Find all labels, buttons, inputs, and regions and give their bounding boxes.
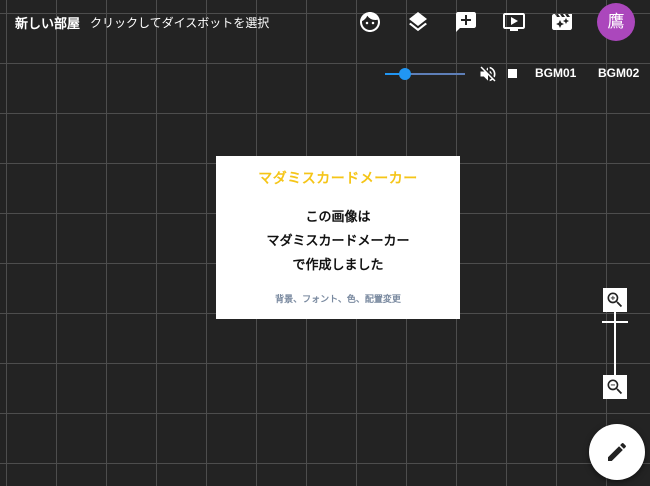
- card-body-line-2: マダミスカードメーカー: [266, 234, 410, 249]
- card-body-line-3: で作成しました: [292, 258, 384, 273]
- edit-fab-button[interactable]: [589, 424, 645, 480]
- card-footer: 背景、フォント、色、配置変更: [275, 295, 401, 305]
- screen-play-icon[interactable]: [502, 10, 526, 34]
- movie-edit-icon[interactable]: [550, 10, 574, 34]
- room-title[interactable]: 新しい部屋: [15, 13, 80, 32]
- top-bar: 新しい部屋 クリックしてダイスボットを選択 鷹: [0, 0, 650, 44]
- zoom-in-icon[interactable]: [603, 288, 627, 312]
- zoom-slider-thumb[interactable]: [602, 321, 628, 323]
- card-title: マダミスカードメーカー: [258, 171, 418, 187]
- bgm-button-2[interactable]: BGM02: [598, 66, 639, 80]
- layers-icon[interactable]: [406, 10, 430, 34]
- card-body: この画像は マダミスカードメーカー で作成しました: [216, 206, 460, 278]
- volume-slider-thumb[interactable]: [399, 68, 411, 80]
- face-icon[interactable]: [358, 10, 382, 34]
- volume-slider[interactable]: [385, 68, 465, 80]
- volume-off-icon[interactable]: [478, 64, 498, 84]
- dicebot-hint[interactable]: クリックしてダイスボットを選択: [90, 14, 269, 31]
- audio-controls: BGM01 BGM02: [365, 54, 650, 94]
- zoom-out-icon[interactable]: [603, 375, 627, 399]
- pencil-icon: [608, 442, 627, 461]
- stop-icon[interactable]: [508, 69, 517, 78]
- bgm-button-1[interactable]: BGM01: [535, 66, 576, 80]
- user-avatar[interactable]: 鷹: [597, 3, 635, 41]
- table-card[interactable]: マダミスカードメーカー この画像は マダミスカードメーカー で作成しました 背景…: [216, 156, 460, 319]
- add-comment-icon[interactable]: [454, 10, 478, 34]
- card-body-line-1: この画像は: [305, 210, 371, 225]
